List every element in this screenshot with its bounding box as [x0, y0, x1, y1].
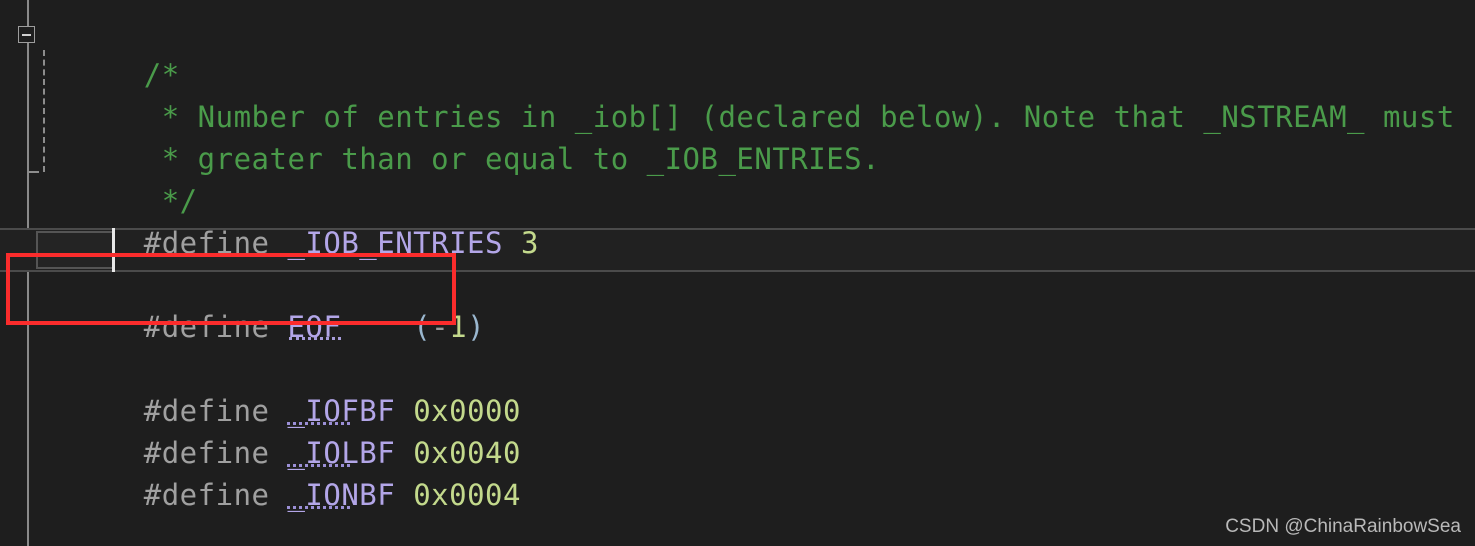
watermark-text: CSDN @ChinaRainbowSea [1225, 516, 1461, 537]
code-line-1[interactable]: /* [36, 12, 180, 92]
macro-value-token: 3 [520, 226, 539, 260]
code-line-11[interactable]: #define _IONBF 0x0004 [36, 432, 521, 512]
comment-token: * greater than or equal to _IOB_ENTRIES. [143, 142, 881, 176]
preprocessor-directive-token: #define [143, 226, 288, 260]
open-paren-token: ( [413, 310, 432, 344]
code-line-3[interactable]: * greater than or equal to _IOB_ENTRIES. [36, 96, 880, 176]
number-token: 1 [449, 310, 468, 344]
code-line-9[interactable]: #define _IOFBF 0x0000 [36, 348, 521, 428]
minus-operator-token: - [431, 310, 450, 344]
code-editor-view: /* * Number of entries in _iob[] (declar… [0, 0, 1475, 546]
preprocessor-directive-token: #define [143, 310, 288, 344]
code-line-5[interactable]: #define _IOB_ENTRIES 3 [36, 180, 539, 260]
macro-name-token-eof: EOF [287, 310, 342, 344]
code-line-4[interactable]: */ [36, 138, 198, 218]
macro-value-token: 0x0004 [413, 478, 521, 512]
macro-name-token: _IOB_ENTRIES [287, 226, 503, 260]
code-line-10[interactable]: #define _IOLBF 0x0040 [36, 390, 521, 470]
code-surface[interactable]: /* * Number of entries in _iob[] (declar… [0, 0, 1475, 546]
macro-name-token: _IONBF [287, 478, 396, 512]
close-paren-token: ) [467, 310, 486, 344]
code-line-7[interactable]: #define EOF (-1) [36, 264, 485, 344]
code-line-2[interactable]: * Number of entries in _iob[] (declared … [36, 54, 1475, 134]
preprocessor-directive-token: #define [143, 478, 288, 512]
